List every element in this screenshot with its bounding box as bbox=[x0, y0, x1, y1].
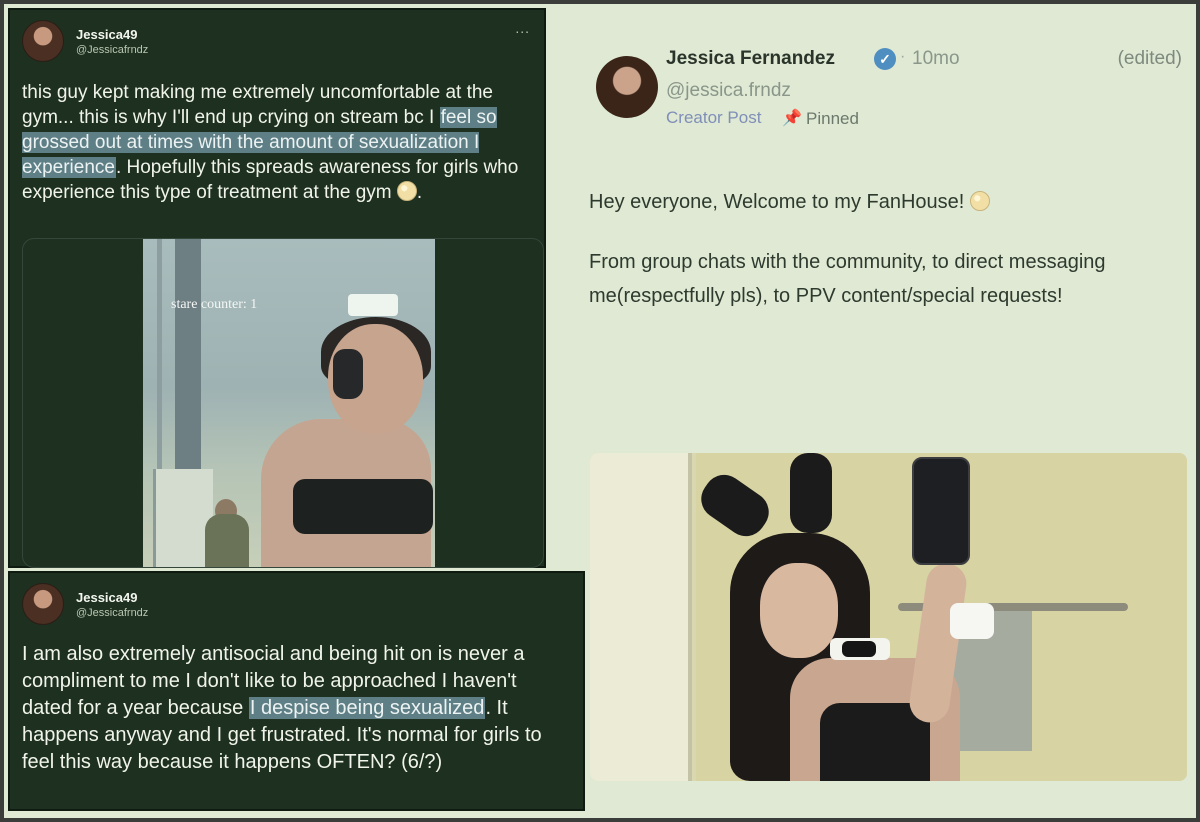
pinned-label: Pinned bbox=[806, 109, 859, 128]
video-media[interactable]: stare counter: 1 bbox=[22, 238, 544, 568]
post-photo[interactable] bbox=[590, 453, 1187, 781]
tweet-card-2: Jessica49 @Jessicafrndz I am also extrem… bbox=[8, 571, 585, 811]
relieved-face-emoji-icon bbox=[396, 181, 417, 201]
video-overlay-text: stare counter: 1 bbox=[171, 297, 258, 312]
avatar[interactable] bbox=[596, 56, 658, 118]
bunny-ear bbox=[790, 453, 832, 533]
tweet-text: this guy kept making me extremely uncomf… bbox=[22, 80, 530, 205]
phone-icon bbox=[912, 457, 970, 565]
ceiling-light bbox=[348, 294, 398, 316]
background-door bbox=[153, 469, 213, 567]
fanhouse-post: Jessica Fernandez ✓ · 10mo (edited) @jes… bbox=[586, 30, 1192, 810]
user-handle[interactable]: @jessica.frndz bbox=[666, 80, 791, 102]
post-paragraph: From group chats with the community, to … bbox=[589, 251, 1106, 307]
verified-badge-icon: ✓ bbox=[874, 48, 896, 70]
tweet-text: I am also extremely antisocial and being… bbox=[22, 641, 569, 776]
separator-dot: · bbox=[900, 48, 906, 65]
post-paragraph-text: Hey everyone, Welcome to my FanHouse! bbox=[589, 191, 965, 213]
headphones-icon bbox=[333, 349, 363, 399]
person-figure bbox=[293, 479, 433, 534]
avatar[interactable] bbox=[22, 583, 64, 625]
bow-tie bbox=[842, 641, 876, 657]
highlighted-text: I despise being sexualized bbox=[248, 697, 486, 719]
wrist-cuff bbox=[950, 603, 994, 639]
tweet-card-1: Jessica49 @Jessicafrndz ... this guy kep… bbox=[8, 8, 546, 568]
creator-post-tag: Creator Post bbox=[666, 108, 762, 127]
more-options-icon[interactable]: ... bbox=[515, 20, 530, 36]
tweet-header: Jessica49 @Jessicafrndz bbox=[22, 20, 148, 62]
tweet-text-part: . bbox=[416, 182, 423, 203]
user-handle[interactable]: @Jessicafrndz bbox=[76, 44, 148, 56]
video-frame: stare counter: 1 bbox=[143, 239, 435, 567]
background-person bbox=[205, 514, 249, 567]
post-timestamp[interactable]: 10mo bbox=[912, 48, 960, 70]
post-paragraph: Hey everyone, Welcome to my FanHouse! bbox=[589, 185, 1179, 219]
edited-label: (edited) bbox=[1117, 48, 1182, 69]
display-name[interactable]: Jessica Fernandez bbox=[666, 48, 835, 70]
tweet-text-part: this guy kept making me extremely uncomf… bbox=[22, 82, 494, 128]
display-name[interactable]: Jessica49 bbox=[76, 590, 148, 605]
post-body: Hey everyone, Welcome to my FanHouse! Fr… bbox=[589, 185, 1179, 313]
avatar[interactable] bbox=[22, 20, 64, 62]
display-name[interactable]: Jessica49 bbox=[76, 27, 148, 42]
pin-icon: 📌 bbox=[782, 110, 802, 127]
relieved-face-emoji-icon bbox=[969, 191, 990, 211]
photo-doorframe bbox=[590, 453, 692, 781]
user-handle[interactable]: @Jessicafrndz bbox=[76, 607, 148, 619]
tweet-header: Jessica49 @Jessicafrndz bbox=[22, 583, 148, 625]
person-figure bbox=[760, 563, 838, 658]
